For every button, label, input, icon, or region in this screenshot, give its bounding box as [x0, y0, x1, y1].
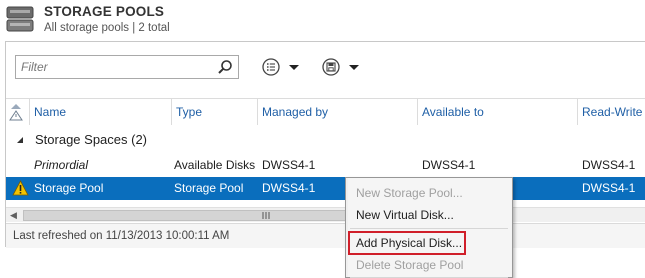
group-label: Storage Spaces (2): [35, 132, 148, 147]
storage-pools-panel: Name Type Managed by Available to Read-W…: [5, 41, 645, 248]
warning-sort-icon: [9, 104, 23, 121]
cell-managed-by: DWSS4-1: [262, 181, 316, 195]
menu-item-new-virtual-disk[interactable]: New Virtual Disk...: [347, 203, 511, 227]
cell-read-write: DWSS4-1: [582, 158, 636, 172]
grip-icon: [262, 212, 270, 219]
cell-type: Available Disks: [174, 158, 256, 172]
filter-input[interactable]: [21, 59, 211, 75]
cell-type: Storage Pool: [174, 181, 244, 195]
table-header: Name Type Managed by Available to Read-W…: [6, 98, 645, 125]
toolbar: [6, 42, 645, 96]
cell-managed-by: DWSS4-1: [262, 158, 316, 172]
cell-read-write: DWSS4-1: [582, 181, 636, 195]
column-header-read-write[interactable]: Read-Write: [577, 99, 645, 125]
column-header-managed-by[interactable]: Managed by: [257, 99, 417, 125]
scroll-left-arrow-icon[interactable]: ◀: [6, 208, 21, 223]
column-header-type[interactable]: Type: [171, 99, 256, 125]
storage-pools-icon: [6, 6, 34, 32]
cell-available-to: DWSS4-1: [422, 158, 476, 172]
horizontal-scrollbar[interactable]: ◀: [6, 207, 645, 222]
highlight-box: [348, 231, 466, 255]
column-header-status[interactable]: [6, 99, 28, 125]
menu-separator: [350, 228, 508, 229]
view-options-button[interactable]: [261, 55, 303, 79]
cell-name: Primordial: [34, 158, 89, 172]
table-row-selected[interactable]: Storage Pool Storage Pool DWSS4-1 DWSS4-…: [6, 177, 645, 200]
view-options-icon: [262, 58, 299, 76]
last-refreshed-text: Last refreshed on 11/13/2013 10:00:11 AM: [13, 230, 230, 242]
status-bar: Last refreshed on 11/13/2013 10:00:11 AM: [6, 223, 645, 248]
collapse-chevron-icon[interactable]: [15, 135, 25, 145]
menu-item-new-storage-pool[interactable]: New Storage Pool...: [347, 181, 511, 205]
menu-item-delete-storage-pool[interactable]: Delete Storage Pool: [347, 253, 511, 277]
warning-icon: [12, 180, 29, 196]
search-icon[interactable]: [217, 59, 233, 75]
save-query-button[interactable]: [321, 55, 363, 79]
page-subtitle: All storage pools | 2 total: [44, 22, 170, 34]
column-header-available-to[interactable]: Available to: [417, 99, 577, 125]
page-header: STORAGE POOLS All storage pools | 2 tota…: [0, 0, 645, 40]
context-menu: New Storage Pool... New Virtual Disk... …: [345, 177, 513, 278]
save-query-icon: [322, 58, 359, 76]
cell-name: Storage Pool: [34, 181, 104, 195]
column-header-name[interactable]: Name: [29, 99, 171, 125]
table-row[interactable]: Primordial Available Disks DWSS4-1 DWSS4…: [6, 154, 645, 177]
page-title: STORAGE POOLS: [44, 4, 165, 19]
filter-box[interactable]: [15, 55, 239, 79]
group-row[interactable]: Storage Spaces (2): [6, 126, 645, 154]
